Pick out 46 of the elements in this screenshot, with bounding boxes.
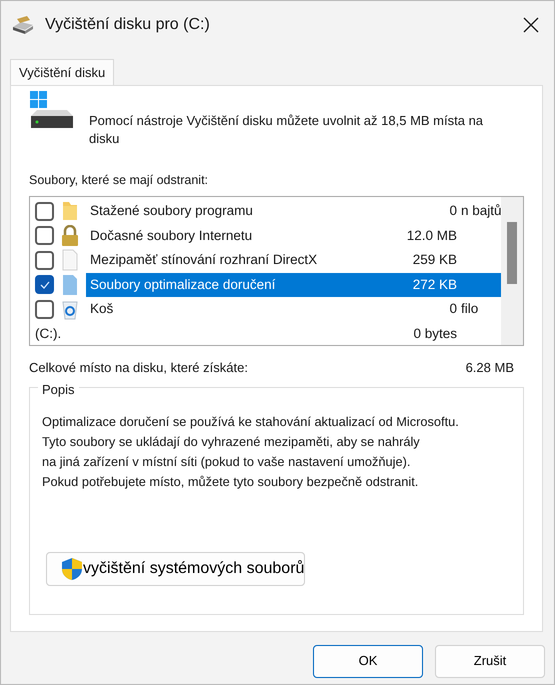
tab[interactable]: Vyčištění disku [10, 59, 114, 84]
dialog-button[interactable]: Zrušit [435, 644, 545, 678]
file-size: 259 KB [412, 251, 457, 270]
drive-icon [29, 90, 75, 130]
checkbox[interactable] [35, 300, 54, 319]
list-row[interactable]: Stažené soubory programu 0 n bajtů [86, 199, 501, 224]
description-text: Optimalizace doručení se používá ke stahování aktualizací od Microsoftu. Tyto soubory se ukládají do vyhrazené mezipaměti, aby se nahrály na jiná zařízení v místní síti (pokud to vaše nastavení umožňuje). Pokud potřebujete místo, můžete tyto soubory bezpečně odstranit. [42, 413, 460, 491]
window-title: Vyčištění disku pro (C:) [45, 15, 210, 35]
size-unit: filo [460, 300, 480, 318]
file-size: 272 KB [412, 276, 457, 294]
file-icon [60, 274, 80, 296]
size-unit: n bajtů [460, 202, 501, 220]
file-icon [60, 249, 80, 272]
folder-icon [60, 200, 80, 222]
file-size: 0 bytes [412, 324, 457, 343]
checkbox[interactable] [35, 275, 54, 294]
shield-icon [61, 557, 83, 582]
file-name: Soubory optimalizace doručení [90, 276, 276, 294]
total-label: Celkové místo na disku, které získáte: [29, 358, 248, 377]
list-row[interactable]: Soubory optimalizace doručení 272 KB [86, 272, 501, 297]
file-name: Stažené soubory programu [90, 202, 254, 220]
dialog-button[interactable]: OK [313, 644, 423, 678]
list-row[interactable]: (C:). 0 bytes [31, 322, 501, 345]
file-name: Koš [90, 300, 114, 318]
check-icon [40, 280, 50, 289]
close-icon [523, 17, 539, 33]
list-row[interactable]: Mezipaměť stínování rozhraní DirectX 259 KB [86, 248, 501, 272]
total-value: 6.28 MB [466, 358, 514, 377]
file-size: 12.0 MB [406, 226, 457, 245]
disk-cleanup-icon [11, 15, 35, 35]
file-name: (C:). [35, 324, 62, 343]
file-size: 0 [448, 202, 457, 220]
list-row[interactable]: Koš 0 filo [86, 297, 501, 322]
checkbox[interactable] [35, 202, 54, 221]
list-label: Soubory, které se mají odstranit: [29, 172, 210, 190]
file-name: Mezipaměť stínování rozhraní DirectX [90, 251, 318, 270]
list-row[interactable]: Dočasné soubory Internetu 12.0 MB [86, 224, 501, 248]
checkbox[interactable] [35, 250, 54, 270]
checkbox[interactable] [35, 226, 54, 246]
file-size: 0 [448, 300, 457, 318]
scroll-thumb[interactable] [507, 222, 517, 284]
scrollbar[interactable] [501, 196, 523, 345]
padlock-icon [60, 224, 80, 247]
clean-system-files-button[interactable]: vyčištění systémových souborů [46, 552, 306, 586]
file-name: Dočasné soubory Internetu [90, 226, 254, 245]
intro-text: Pomocí nástroje Vyčištění disku můžete uvolnit až 18,5 MB místa na disku [89, 112, 484, 148]
